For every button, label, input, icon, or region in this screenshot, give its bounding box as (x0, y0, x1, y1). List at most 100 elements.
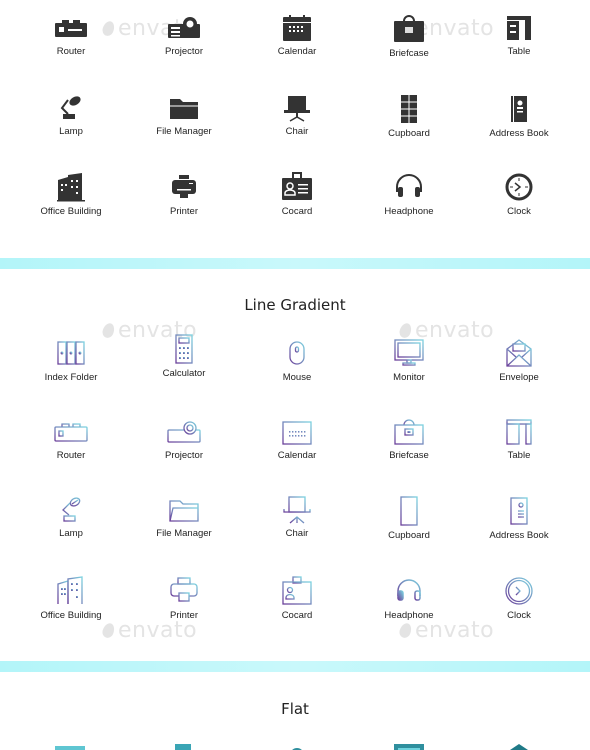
icon-label: Address Book (489, 530, 549, 541)
icon-label: Calendar (277, 450, 317, 461)
calculator-icon (175, 334, 193, 364)
icon-tile-chair[interactable]: Chair (242, 496, 352, 539)
icon-label: Projector (164, 450, 203, 461)
icon-label: Calculator (162, 368, 206, 379)
icon-label: Chair (285, 528, 309, 539)
icon-label: File Manager (156, 126, 212, 137)
headphone-icon (397, 579, 421, 601)
headphone-icon (396, 174, 422, 197)
icon-label: Chair (285, 126, 309, 137)
chair-icon (284, 96, 310, 122)
section-title-flat: Flat (281, 700, 309, 718)
icon-label: Lamp (59, 126, 83, 137)
icon-label: Index Folder (44, 372, 98, 383)
icon-label: Table (507, 450, 531, 461)
address-book-icon (510, 497, 528, 525)
icon-tile-file-manager[interactable]: File Manager (129, 94, 239, 137)
envelope-icon (506, 339, 532, 367)
icon-tile-chair[interactable]: Chair (242, 94, 352, 137)
section-title-line-gradient: Line Gradient (244, 296, 346, 314)
icon-label: Cocard (281, 610, 313, 621)
icon-tile-printer[interactable]: Printer (129, 172, 239, 217)
icon-tile-projector[interactable]: Projector (129, 14, 239, 57)
calendar-icon (283, 15, 311, 41)
projector-icon (168, 17, 200, 38)
icon-tile-cupboard[interactable]: Cupboard (354, 496, 464, 541)
icon-label: Headphone (384, 206, 434, 217)
icon-tile-briefcase[interactable]: Briefcase (354, 418, 464, 461)
icon-label: Clock (507, 206, 531, 217)
icon-tile-headphone[interactable]: Headphone (354, 172, 464, 217)
watermark: envato (397, 618, 494, 643)
icon-tile-table[interactable]: Table (464, 14, 574, 57)
icon-tile-index-folder[interactable]: Index Folder (16, 338, 126, 383)
flat-icon-grid-partial (0, 744, 590, 750)
icon-tile-envelope[interactable]: Envelope (464, 338, 574, 383)
chair-icon (283, 496, 311, 524)
icon-label: Projector (164, 46, 203, 57)
icon-tile-calendar[interactable]: Calendar (242, 14, 352, 57)
icon-tile-office-building[interactable]: Office Building (16, 172, 126, 217)
icon-tile-file-manager[interactable]: File Manager (129, 496, 239, 539)
icon-tile-table[interactable]: Table (464, 418, 574, 461)
icon-tile-lamp[interactable]: Lamp (16, 94, 126, 137)
icon-label: Printer (170, 206, 198, 217)
icon-tile-calculator[interactable]: Calculator (129, 334, 239, 379)
icon-tile-clock[interactable]: Clock (464, 172, 574, 217)
icon-tile-printer[interactable]: Printer (129, 576, 239, 621)
icon-tile-lamp[interactable]: Lamp (16, 496, 126, 539)
icon-tile-briefcase[interactable]: Briefcase (354, 14, 464, 59)
envelope-icon (507, 744, 531, 750)
icon-label: Lamp (59, 528, 83, 539)
cupboard-icon (400, 496, 418, 526)
icon-tile-clock[interactable]: Clock (464, 576, 574, 621)
briefcase-icon (394, 419, 424, 445)
icon-tile-cocard[interactable]: Cocard (242, 576, 352, 621)
icon-label: Mouse (282, 372, 312, 383)
printer-icon (170, 577, 198, 602)
icon-tile-calendar[interactable]: Calendar (242, 418, 352, 461)
section-divider (0, 661, 590, 672)
icon-tile-address-book[interactable]: Address Book (464, 94, 574, 139)
router-icon (54, 423, 88, 442)
calculator-icon (175, 744, 191, 750)
index-folder-icon (55, 746, 85, 750)
id-card-icon (282, 172, 312, 200)
lamp-icon (60, 96, 81, 119)
icon-label: Office Building (40, 206, 102, 217)
icon-tile-mouse[interactable]: Mouse (242, 338, 352, 383)
icon-label: Briefcase (389, 450, 429, 461)
id-card-icon (282, 576, 312, 605)
icon-tile-address-book[interactable]: Address Book (464, 496, 574, 541)
icon-tile-router[interactable]: Router (16, 418, 126, 461)
icon-tile-cupboard[interactable]: Cupboard (354, 94, 464, 139)
icon-label: Clock (507, 610, 531, 621)
mouse-icon (289, 341, 305, 365)
icon-label: Office Building (40, 610, 102, 621)
monitor-icon (394, 744, 424, 750)
briefcase-icon (394, 15, 424, 42)
icon-label: Cocard (281, 206, 313, 217)
calendar-icon (282, 419, 312, 445)
folder-icon (170, 99, 198, 119)
icon-tile-monitor[interactable]: Monitor (354, 338, 464, 383)
icon-tile-headphone[interactable]: Headphone (354, 576, 464, 621)
icon-tile-router[interactable]: Router (16, 14, 126, 57)
icon-label: Address Book (489, 128, 549, 139)
icon-tile-projector[interactable]: Projector (129, 418, 239, 461)
printer-icon (172, 175, 196, 198)
office-building-icon (57, 173, 85, 202)
icon-label: Envelope (499, 372, 539, 383)
table-icon (507, 16, 531, 40)
office-building-icon (56, 576, 86, 605)
folder-icon (169, 500, 199, 522)
clock-icon (505, 577, 533, 605)
lamp-icon (62, 497, 81, 522)
icon-label: Cupboard (388, 530, 430, 541)
icon-tile-cocard[interactable]: Cocard (242, 172, 352, 217)
cupboard-icon (401, 95, 417, 123)
monitor-icon (394, 339, 424, 366)
icon-label: File Manager (156, 528, 212, 539)
icon-label: Table (507, 46, 531, 57)
icon-tile-office-building[interactable]: Office Building (16, 576, 126, 621)
